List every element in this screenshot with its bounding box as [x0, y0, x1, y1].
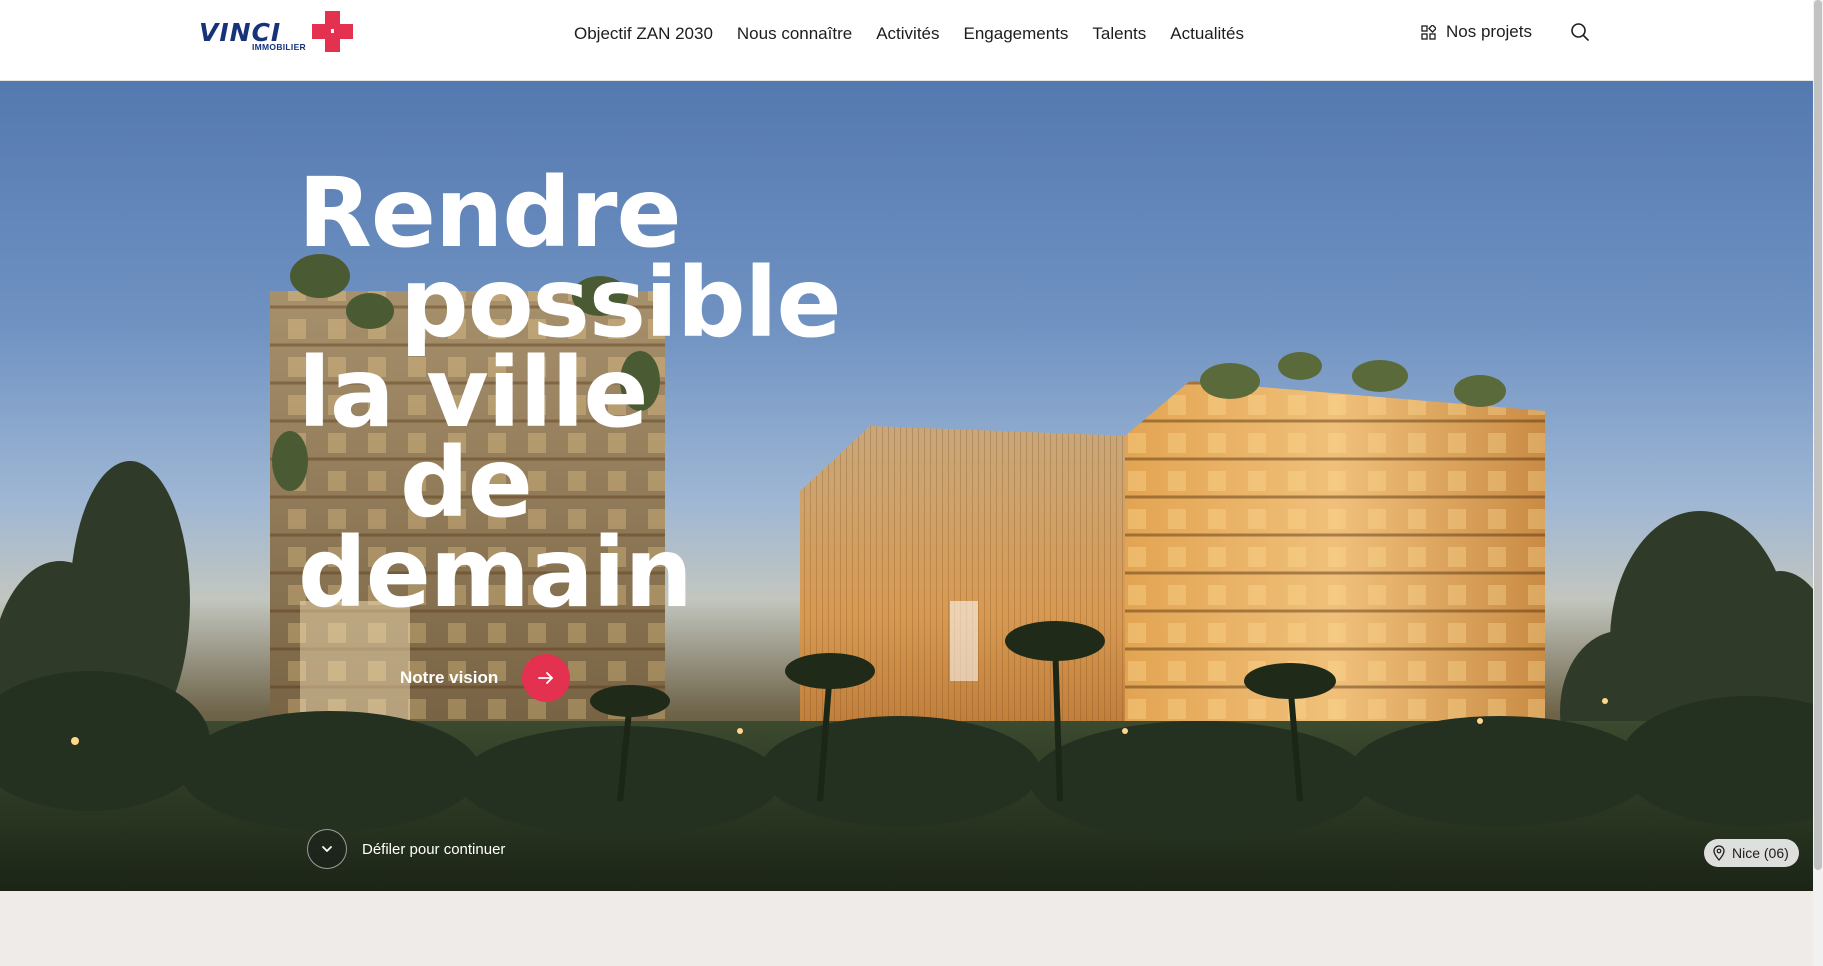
vinci-immobilier-logo[interactable]: VINCI IMMOBILIER [199, 8, 359, 56]
chevron-down-icon [322, 846, 332, 852]
logo-subtitle: IMMOBILIER [252, 42, 306, 52]
nos-projets-label: Nos projets [1446, 22, 1532, 41]
nav-activites[interactable]: Activités [864, 22, 951, 46]
cta-circle [522, 654, 571, 702]
search-button[interactable] [1569, 21, 1591, 43]
next-section [0, 891, 1813, 966]
logo-cross-icon [312, 11, 353, 52]
nav-nous-connaitre[interactable]: Nous connaître [725, 22, 864, 46]
scroll-circle [307, 829, 347, 869]
scrollbar-thumb[interactable] [1814, 0, 1822, 870]
scroll-down-button[interactable]: Défiler pour continuer [307, 829, 505, 869]
page-scrollbar[interactable] [1813, 0, 1823, 966]
hero-section: Rendre possible la ville de demain Notre… [0, 81, 1813, 891]
nav-actualites[interactable]: Actualités [1158, 22, 1256, 46]
headline-line-2: possible [400, 247, 842, 359]
notre-vision-label: Notre vision [400, 668, 499, 687]
scroll-label: Défiler pour continuer [362, 840, 506, 858]
nav-talents[interactable]: Talents [1080, 22, 1158, 46]
nos-projets-link[interactable]: Nos projets [1421, 20, 1532, 44]
hero-photo-buildings [0, 254, 1813, 891]
site-header: VINCI IMMOBILIER Objectif ZAN 2030 Nous … [0, 0, 1813, 81]
nav-engagements[interactable]: Engagements [952, 22, 1081, 46]
location-badge: Nice (06) [1704, 839, 1799, 867]
grid-icon [1421, 24, 1436, 40]
headline-line-4: de [400, 427, 533, 539]
nav-objectif-zan-2030[interactable]: Objectif ZAN 2030 [574, 22, 725, 46]
search-icon [1571, 23, 1589, 41]
location-label: Nice (06) [1732, 845, 1789, 861]
headline-line-3: la ville [298, 337, 649, 449]
arrow-right-icon [538, 672, 554, 684]
headline-line-1: Rendre [298, 157, 682, 269]
notre-vision-button[interactable]: Notre vision [400, 654, 571, 702]
hero-headline: Rendre possible la ville de demain [298, 157, 842, 629]
main-navigation: Objectif ZAN 2030 Nous connaître Activit… [574, 22, 1256, 46]
headline-line-5: demain [298, 517, 693, 629]
map-pin-icon [1713, 845, 1725, 861]
